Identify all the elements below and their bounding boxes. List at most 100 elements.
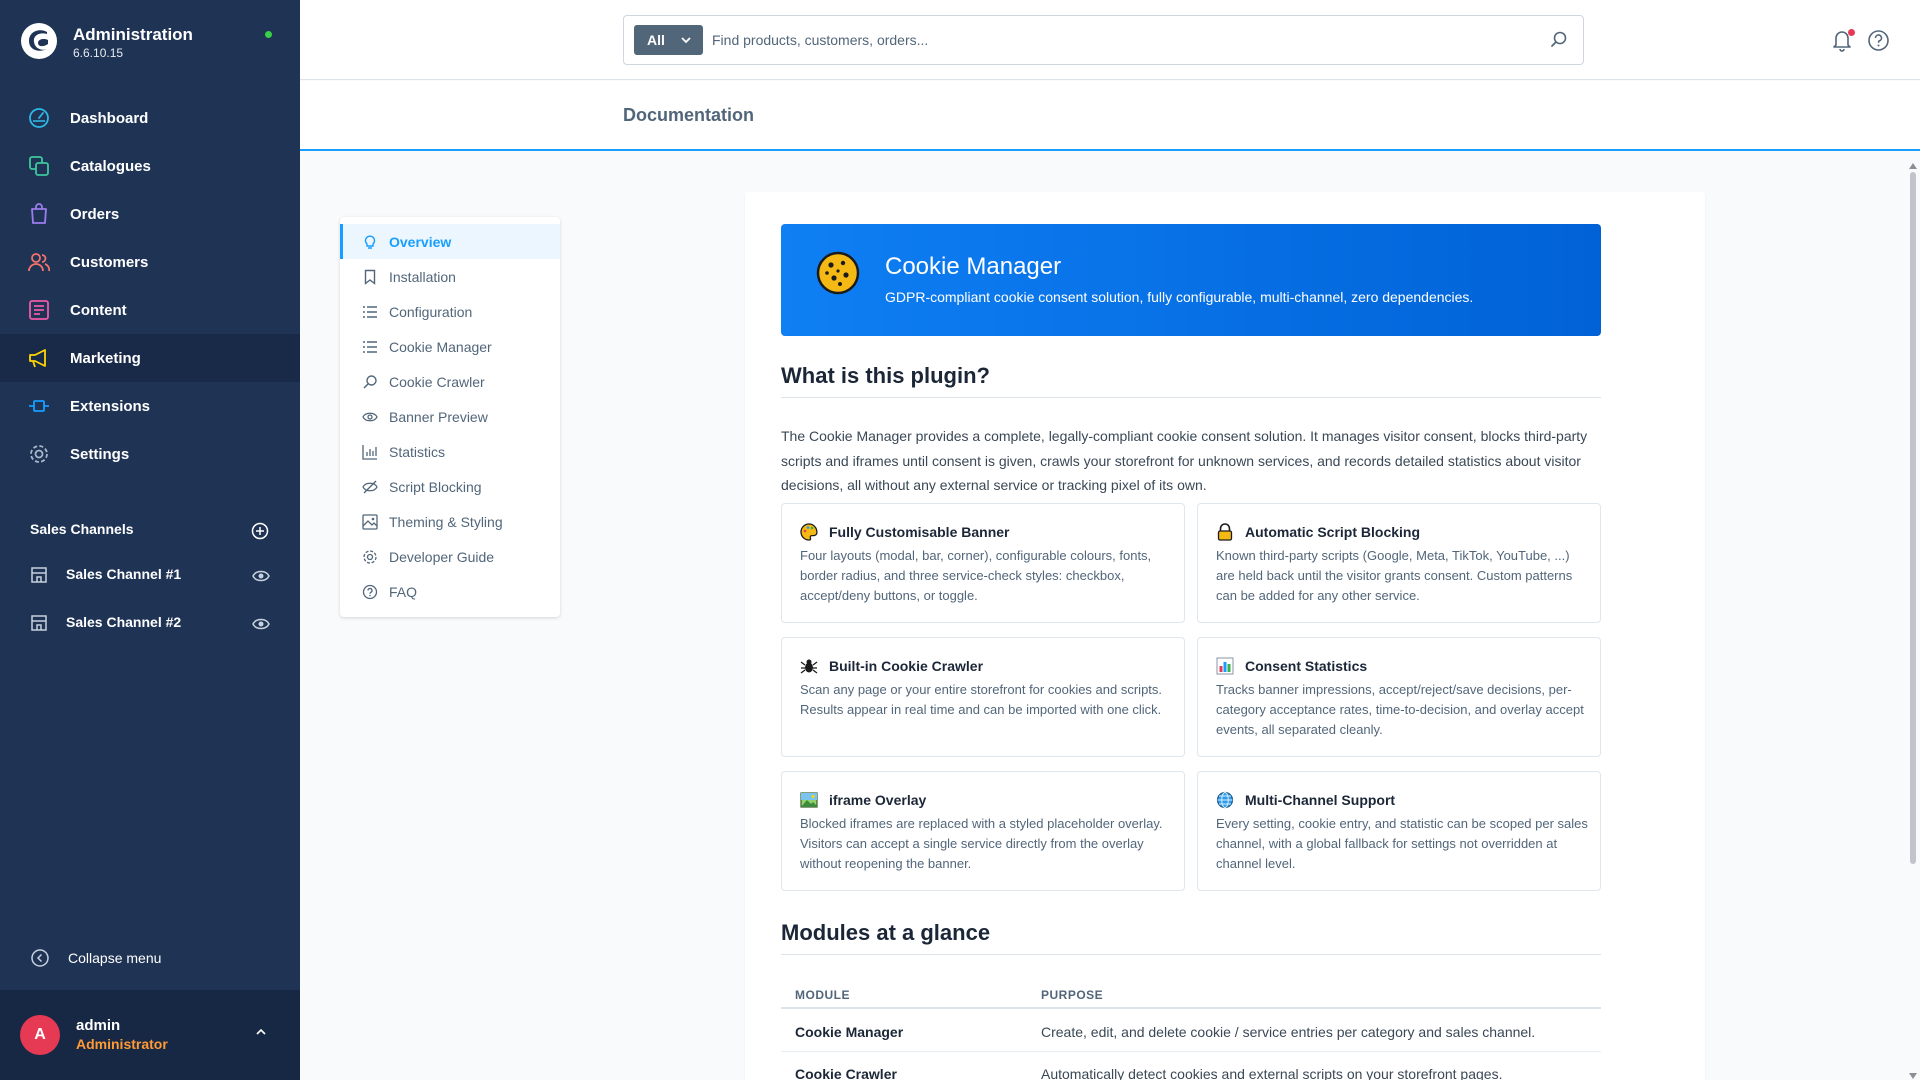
sales-channel-label: Sales Channel #1 xyxy=(66,566,182,582)
collapse-menu-button[interactable]: Collapse menu xyxy=(0,940,300,976)
doc-nav-item-overview[interactable]: Overview xyxy=(340,224,560,259)
cookie-icon xyxy=(816,251,860,295)
picture-icon xyxy=(800,791,818,809)
feature-title: Built-in Cookie Crawler xyxy=(829,658,984,674)
feature-text: Four layouts (modal, bar, corner), confi… xyxy=(800,548,1152,603)
bar-chart-icon xyxy=(1216,657,1234,675)
doc-nav-item-theming-styling[interactable]: Theming & Styling xyxy=(340,504,560,539)
page-title: Documentation xyxy=(623,105,755,125)
collapse-menu-label: Collapse menu xyxy=(68,950,162,966)
image-icon xyxy=(362,514,378,530)
feature-text: Every setting, cookie entry, and statist… xyxy=(1216,816,1588,871)
scroll-up-arrow-icon[interactable] xyxy=(1909,156,1917,169)
nav-item-extensions[interactable]: Extensions xyxy=(0,382,300,430)
app-version: 6.6.10.15 xyxy=(73,46,124,60)
feature-card: Built-in Cookie Crawler Scan any page or… xyxy=(781,637,1185,757)
app-title: Administration xyxy=(73,25,193,44)
sales-channels-heading: Sales Channels xyxy=(30,521,134,537)
nav-item-marketing[interactable]: Marketing xyxy=(0,334,300,382)
vertical-scrollbar[interactable] xyxy=(1906,152,1920,1080)
module-name: Cookie Crawler xyxy=(795,1066,897,1080)
doc-nav-label: Statistics xyxy=(389,443,446,460)
doc-nav-label: Cookie Crawler xyxy=(389,373,485,390)
eye-icon xyxy=(362,409,378,425)
orders-icon xyxy=(28,203,50,225)
user-menu[interactable]: A admin Administrator xyxy=(0,990,300,1080)
nav-item-orders[interactable]: Orders xyxy=(0,190,300,238)
nav-label: Content xyxy=(70,301,127,319)
search-type-dropdown[interactable]: All xyxy=(634,25,703,55)
dashboard-icon xyxy=(28,107,50,129)
hero-subtitle: GDPR-compliant cookie consent solution, … xyxy=(885,289,1474,305)
nav-label: Customers xyxy=(70,253,149,271)
doc-nav-label: Script Blocking xyxy=(389,478,482,495)
doc-nav-item-statistics[interactable]: Statistics xyxy=(340,434,560,469)
intro-paragraph: The Cookie Manager provides a complete, … xyxy=(781,428,1588,493)
sidebar: Administration 6.6.10.15 Dashboard Catal… xyxy=(0,0,300,1080)
scrollbar-thumb[interactable] xyxy=(1910,172,1916,864)
nav-label: Extensions xyxy=(70,397,151,415)
column-header-module: MODULE xyxy=(795,988,850,1002)
doc-nav-label: Developer Guide xyxy=(389,548,495,565)
nav-item-dashboard[interactable]: Dashboard xyxy=(0,94,300,142)
settings-icon xyxy=(28,443,50,465)
search-icon xyxy=(362,374,378,390)
module-purpose: Automatically detect cookies and externa… xyxy=(1041,1066,1503,1080)
lock-icon xyxy=(1216,523,1234,541)
catalogue-icon xyxy=(28,155,50,177)
nav-label: Settings xyxy=(70,445,130,463)
nav-item-content[interactable]: Content xyxy=(0,286,300,334)
list-icon xyxy=(362,304,378,320)
sales-channel-item-2[interactable]: Sales Channel #2 xyxy=(0,599,300,647)
doc-nav-item-cookie-crawler[interactable]: Cookie Crawler xyxy=(340,364,560,399)
feature-title: Consent Statistics xyxy=(1245,658,1368,674)
scroll-down-arrow-icon[interactable] xyxy=(1909,1066,1917,1079)
doc-nav: Overview Installation Configuration Cook… xyxy=(340,217,560,617)
doc-nav-item-configuration[interactable]: Configuration xyxy=(340,294,560,329)
search-input[interactable] xyxy=(712,28,1512,52)
column-header-purpose: PURPOSE xyxy=(1041,988,1104,1002)
eye-icon[interactable] xyxy=(252,615,270,633)
feature-card: Consent Statistics Tracks banner impress… xyxy=(1197,637,1601,757)
eye-icon[interactable] xyxy=(252,567,270,585)
feature-title: Fully Customisable Banner xyxy=(829,524,1010,540)
feature-card: Automatic Script Blocking Known third-pa… xyxy=(1197,503,1601,623)
lightbulb-icon xyxy=(362,234,378,250)
modules-table-header: MODULE PURPOSE xyxy=(781,979,1601,1009)
doc-nav-item-cookie-manager[interactable]: Cookie Manager xyxy=(340,329,560,364)
notification-badge xyxy=(1848,29,1855,36)
content-icon xyxy=(28,299,50,321)
chevron-up-icon[interactable] xyxy=(254,1025,268,1039)
shopware-logo-icon[interactable] xyxy=(20,22,58,60)
nav-item-catalogues[interactable]: Catalogues xyxy=(0,142,300,190)
doc-nav-item-developer-guide[interactable]: Developer Guide xyxy=(340,539,560,574)
doc-nav-item-banner-preview[interactable]: Banner Preview xyxy=(340,399,560,434)
nav-item-customers[interactable]: Customers xyxy=(0,238,300,286)
avatar: A xyxy=(20,1015,60,1055)
marketing-icon xyxy=(28,347,50,369)
brand: Administration 6.6.10.15 xyxy=(0,0,300,88)
spider-icon xyxy=(800,657,818,675)
search-icon[interactable] xyxy=(1549,30,1569,50)
feature-card: Fully Customisable Banner Four layouts (… xyxy=(781,503,1185,623)
gear-icon xyxy=(362,549,378,565)
doc-nav-item-faq[interactable]: FAQ xyxy=(340,574,560,609)
table-row: Cookie Crawler Automatically detect cook… xyxy=(781,1052,1601,1080)
sales-channel-item-1[interactable]: Sales Channel #1 xyxy=(0,551,300,599)
doc-nav-item-script-blocking[interactable]: Script Blocking xyxy=(340,469,560,504)
nav-label: Catalogues xyxy=(70,157,151,175)
chevron-left-circle-icon xyxy=(30,948,50,968)
doc-page: Cookie Manager GDPR-compliant cookie con… xyxy=(745,192,1705,1080)
add-sales-channel-icon[interactable] xyxy=(251,522,269,540)
nav-item-settings[interactable]: Settings xyxy=(0,430,300,478)
customers-icon xyxy=(28,251,51,273)
user-name: admin xyxy=(76,1017,121,1034)
main-nav: Dashboard Catalogues Orders Customers Co… xyxy=(0,94,300,478)
sales-channel-label: Sales Channel #2 xyxy=(66,614,182,630)
storefront-icon xyxy=(29,613,49,633)
page-header: Documentation xyxy=(300,81,1920,151)
doc-nav-item-installation[interactable]: Installation xyxy=(340,259,560,294)
doc-nav-label: Theming & Styling xyxy=(389,513,503,530)
help-icon[interactable] xyxy=(1867,29,1890,52)
feature-text: Scan any page or your entire storefront … xyxy=(800,682,1163,717)
